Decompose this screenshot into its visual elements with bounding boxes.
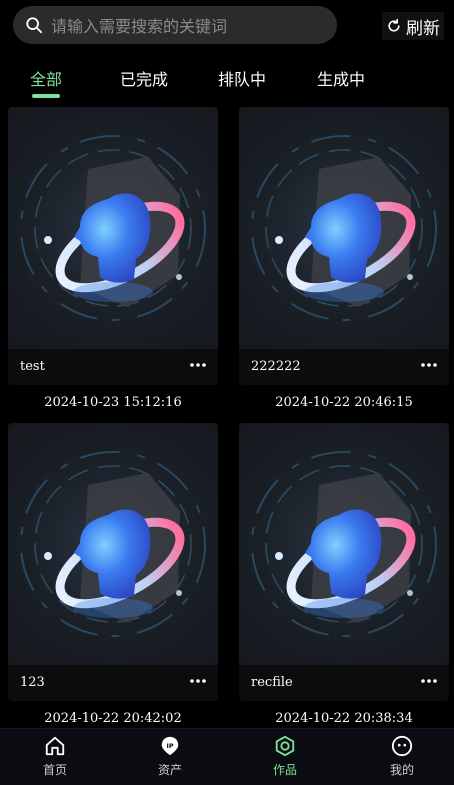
search-icon — [26, 17, 43, 34]
nav-assets[interactable]: IP 资产 — [130, 735, 210, 778]
nav-mine-label: 我的 — [389, 763, 414, 777]
tab-completed[interactable]: 已完成 — [120, 66, 168, 90]
nav-works-label: 作品 — [272, 763, 297, 777]
ai-head-icon — [239, 107, 449, 349]
work-thumbnail[interactable] — [8, 423, 218, 665]
refresh-button[interactable]: 刷新 — [382, 12, 444, 40]
card-title: 222222 — [251, 359, 301, 374]
more-options-icon[interactable] — [419, 673, 439, 689]
nav-assets-label: 资产 — [157, 763, 182, 777]
profile-icon — [391, 735, 413, 757]
nav-mine[interactable]: 我的 — [362, 735, 442, 778]
work-thumbnail[interactable] — [239, 107, 449, 349]
ai-head-icon — [8, 107, 218, 349]
top-bar: 请输入需要搜索的关键词 刷新 — [0, 0, 454, 52]
work-thumbnail[interactable] — [239, 423, 449, 665]
nav-home[interactable]: 首页 — [15, 735, 95, 778]
card-info-bar: test — [8, 349, 218, 385]
refresh-label: 刷新 — [406, 18, 440, 39]
ai-head-icon — [8, 423, 218, 665]
card-title: test — [20, 359, 45, 374]
more-options-icon[interactable] — [419, 357, 439, 373]
card-info-bar: recfile — [239, 665, 449, 701]
card-title: recfile — [251, 675, 293, 690]
tab-generating[interactable]: 生成中 — [317, 66, 365, 90]
more-options-icon[interactable] — [188, 357, 208, 373]
card-info-bar: 123 — [8, 665, 218, 701]
tab-all[interactable]: 全部 — [30, 66, 62, 90]
svg-text:IP: IP — [166, 742, 173, 750]
works-icon — [275, 735, 295, 757]
search-input[interactable]: 请输入需要搜索的关键词 — [13, 6, 337, 44]
ip-assets-icon: IP — [161, 736, 179, 756]
card-date: 2024-10-22 20:38:34 — [275, 711, 413, 726]
active-tab-indicator — [32, 94, 60, 98]
work-thumbnail[interactable] — [8, 107, 218, 349]
tab-queued[interactable]: 排队中 — [218, 66, 266, 90]
card-date: 2024-10-23 15:12:16 — [44, 395, 182, 410]
nav-works[interactable]: 作品 — [245, 735, 325, 778]
refresh-icon — [388, 18, 400, 32]
filter-tabs: 全部 已完成 排队中 生成中 — [0, 58, 454, 100]
card-title: 123 — [20, 675, 45, 690]
nav-home-label: 首页 — [42, 763, 67, 777]
search-placeholder: 请输入需要搜索的关键词 — [51, 17, 228, 36]
card-date: 2024-10-22 20:46:15 — [275, 395, 413, 410]
more-options-icon[interactable] — [188, 673, 208, 689]
ai-head-icon — [239, 423, 449, 665]
card-date: 2024-10-22 20:42:02 — [44, 711, 182, 726]
card-info-bar: 222222 — [239, 349, 449, 385]
home-icon — [45, 736, 65, 756]
bottom-nav: 首页 IP 资产 作品 我的 — [0, 728, 454, 785]
